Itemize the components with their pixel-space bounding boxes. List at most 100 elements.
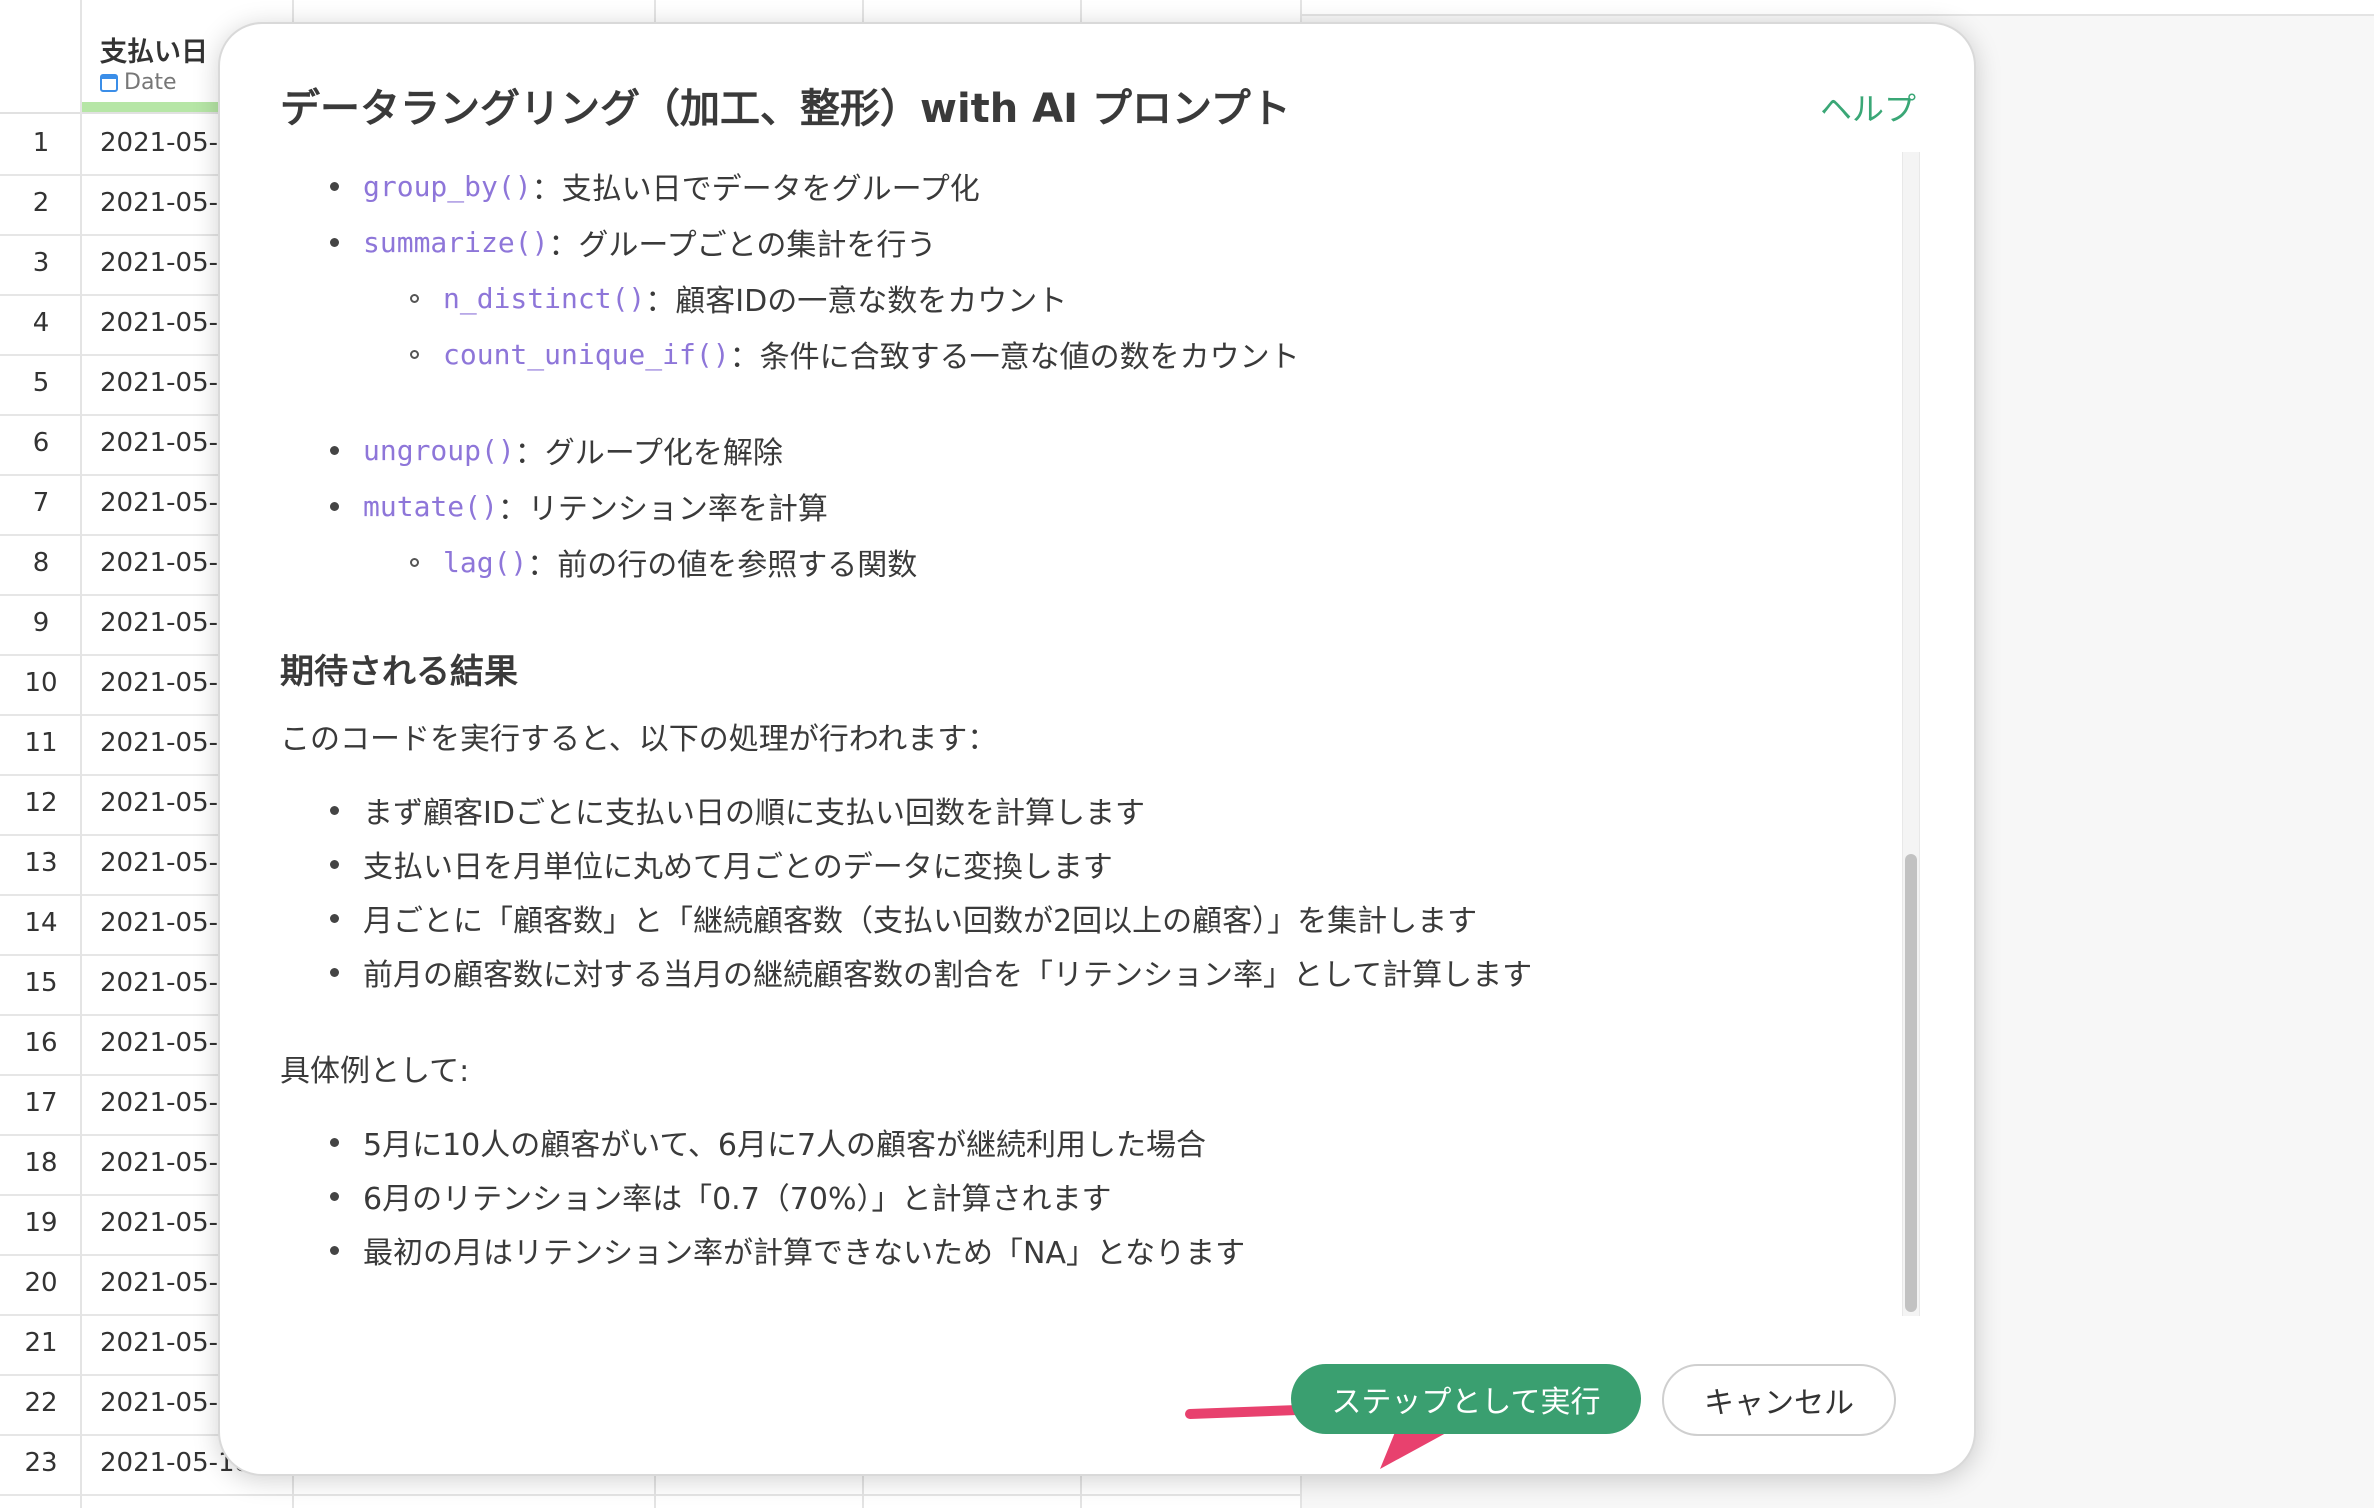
column-type-label: Date [124,70,177,95]
function-code: ungroup() [363,433,515,467]
date-cell[interactable]: 2021-05- [100,728,218,758]
row-number: 20 [24,1268,58,1298]
row-number: 7 [32,488,50,518]
circle-bullet-icon [410,349,419,359]
list-item-text: 月ごとに「顧客数」と「継続顧客数（支払い回数が2回以上の顧客）」を集計します [363,904,1478,939]
date-cell[interactable]: 2021-05- [100,308,218,338]
bullet-icon [330,859,339,869]
date-cell[interactable]: 2021-05- [100,1148,218,1178]
date-cell[interactable]: 2021-05- [100,248,218,278]
row-number: 14 [24,908,58,938]
sub-list-item: count_unique_if() ：条件に合致する一意な値の数をカウント [410,332,1300,376]
date-cell[interactable]: 2021-05- [100,428,218,458]
list-item-text: 前月の顧客数に対する当月の継続顧客数の割合を「リテンション率」として計算します [363,958,1533,993]
date-cell[interactable]: 2021-05- [100,788,218,818]
date-cell[interactable]: 2021-05- [100,548,218,578]
calendar-icon [100,73,118,92]
row-number: 19 [24,1208,58,1238]
sub-list-item: n_distinct() ：顧客IDの一意な数をカウント [410,276,1067,320]
date-cell[interactable]: 2021-05- [100,1328,218,1358]
list-item: group_by() ：支払い日でデータをグループ化 [330,164,980,208]
list-item: 6月のリテンション率は「0.7（70%）」と計算されます [330,1174,1111,1218]
list-item-text: 6月のリテンション率は「0.7（70%）」と計算されます [363,1182,1112,1217]
list-item: 最初の月はリテンション率が計算できないため「NA」となります [330,1228,1245,1272]
list-item: まず顧客IDごとに支払い日の順に支払い回数を計算します [330,788,1145,832]
bullet-icon [330,1137,339,1147]
bullet-icon [330,237,339,247]
run-as-step-button[interactable]: ステップとして実行 [1291,1364,1641,1434]
function-description: ：グループ化を解除 [514,436,783,471]
bullet-icon [330,181,339,191]
date-cell[interactable]: 2021-05- [100,488,218,518]
date-cell[interactable]: 2021-05- [100,1088,218,1118]
date-cell[interactable]: 2021-05- [100,1268,218,1298]
list-item-text: 最初の月はリテンション率が計算できないため「NA」となります [363,1236,1246,1271]
row-number: 13 [24,848,58,878]
empty-header-strip [1302,0,2374,16]
row-number: 9 [32,608,50,638]
row-number: 23 [24,1448,58,1478]
function-code: count_unique_if() [443,337,730,371]
function-code: lag() [443,545,528,579]
date-cell[interactable]: 2021-05- [100,668,218,698]
column-type: Date [100,70,177,95]
bullet-icon [330,501,339,511]
date-cell[interactable]: 2021-05- [100,968,218,998]
row-number: 17 [24,1088,58,1118]
scrollbar[interactable] [1902,152,1920,1316]
help-link[interactable]: ヘルプ [1820,84,1916,130]
row-number: 6 [32,428,50,458]
list-item: 月ごとに「顧客数」と「継続顧客数（支払い回数が2回以上の顧客）」を集計します [330,896,1477,940]
function-code: n_distinct() [443,281,646,315]
function-code: mutate() [363,489,498,523]
date-cell[interactable]: 2021-05- [100,1208,218,1238]
function-description: ：グループごとの集計を行う [548,228,937,263]
bullet-icon [330,913,339,923]
row-number: 18 [24,1148,58,1178]
list-item: 前月の顧客数に対する当月の継続顧客数の割合を「リテンション率」として計算します [330,950,1532,994]
list-item-text: まず顧客IDごとに支払い日の順に支払い回数を計算します [363,796,1145,831]
date-cell[interactable]: 2021-05- [100,848,218,878]
list-item-text: 支払い日を月単位に丸めて月ごとのデータに変換します [363,850,1113,885]
row-number: 16 [24,1028,58,1058]
row-number: 8 [32,548,50,578]
date-cell[interactable]: 2021-05- [100,908,218,938]
function-description: ：支払い日でデータをグループ化 [531,172,980,207]
date-cell[interactable]: 2021-05- [100,188,218,218]
date-cell[interactable]: 2021-05- [100,368,218,398]
cancel-button[interactable]: キャンセル [1662,1364,1896,1436]
column-name: 支払い日 [100,37,208,68]
scrollbar-thumb[interactable] [1905,854,1917,1312]
date-cell[interactable]: 2021-05- [100,128,218,158]
dialog-title: データラングリング（加工、整形）with AI プロンプト [280,86,1291,132]
row-number: 15 [24,968,58,998]
row-number: 21 [24,1328,58,1358]
example-intro: 具体例として: [280,1054,470,1089]
circle-bullet-icon [410,557,419,567]
list-item: 5月に10人の顧客がいて、6月に7人の顧客が継続利用した場合 [330,1120,1206,1164]
row-number: 11 [24,728,58,758]
bullet-icon [330,445,339,455]
date-cell[interactable]: 2021-05- [100,608,218,638]
row-number: 5 [32,368,50,398]
bullet-icon [330,967,339,977]
expected-results-intro: このコードを実行すると、以下の処理が行われます： [280,722,998,757]
row-number: 1 [32,128,50,158]
list-item: mutate() ：リテンション率を計算 [330,484,828,528]
list-item: 支払い日を月単位に丸めて月ごとのデータに変換します [330,842,1113,886]
list-item-text: 5月に10人の顧客がいて、6月に7人の顧客が継続利用した場合 [363,1128,1207,1163]
row-number: 12 [24,788,58,818]
expected-results-heading: 期待される結果 [280,652,518,692]
dialog-content: group_by() ：支払い日でデータをグループ化 summarize() ：… [280,136,1800,1326]
bullet-icon [330,1245,339,1255]
row-number-divider [80,0,82,1508]
function-description: ：前の行の値を参照する関数 [527,548,918,583]
row-number: 2 [32,188,50,218]
row-number: 3 [32,248,50,278]
list-item: summarize() ：グループごとの集計を行う [330,220,936,264]
date-cell[interactable]: 2021-05- [100,1028,218,1058]
date-cell[interactable]: 2021-05- [100,1388,218,1418]
function-description: ：顧客IDの一意な数をカウント [645,284,1068,319]
row-number: 10 [24,668,58,698]
list-item: ungroup() ：グループ化を解除 [330,428,783,472]
